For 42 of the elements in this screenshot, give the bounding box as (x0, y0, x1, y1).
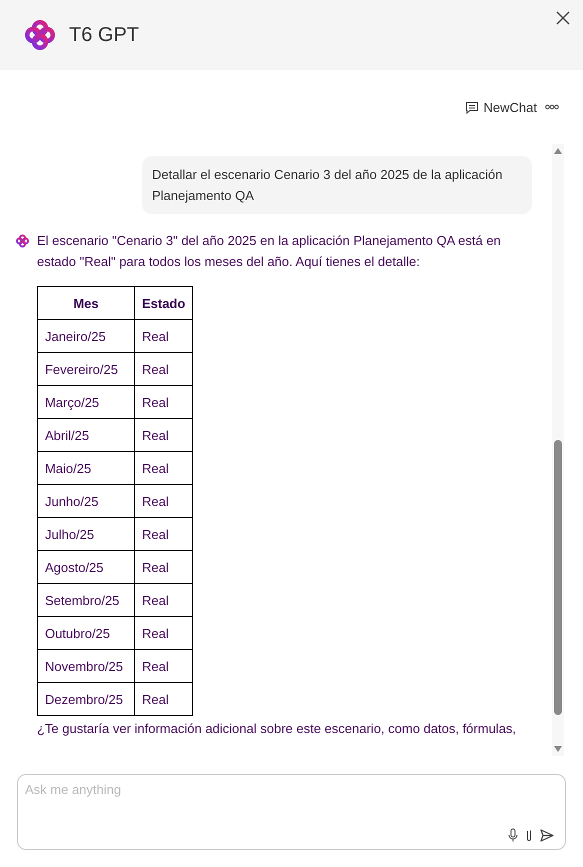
column-header: Estado (134, 286, 193, 320)
table-cell: Real (134, 650, 193, 682)
follow-up-question: ¿Te gustaría ver información adicional sobre este escenario, como datos, fórmulas, (36, 720, 518, 738)
message-input[interactable]: Ask me anything (17, 774, 566, 850)
table-cell: Outubro/25 (37, 616, 134, 650)
close-icon[interactable] (555, 10, 571, 26)
table-cell: Julho/25 (37, 518, 134, 550)
scrollbar-thumb[interactable] (554, 440, 562, 715)
table-cell: Fevereiro/25 (37, 352, 134, 386)
table-cell: Janeiro/25 (37, 320, 134, 352)
table-cell: Março/25 (37, 386, 134, 418)
new-chat-button[interactable]: NewChat (464, 100, 537, 114)
app-title: T6 GPT (69, 24, 140, 46)
table-cell: Real (134, 418, 193, 452)
send-icon[interactable] (540, 828, 554, 842)
table-cell: Real (134, 452, 193, 484)
table-cell: Junho/25 (37, 484, 134, 518)
table-cell: Agosto/25 (37, 550, 134, 584)
more-icon[interactable] (545, 104, 559, 110)
logo-icon (25, 20, 55, 50)
table-cell: Real (134, 484, 193, 518)
table-cell: Dezembro/25 (37, 682, 134, 716)
table-cell: Real (134, 518, 193, 550)
table-cell: Abril/25 (37, 418, 134, 452)
table-cell: Real (134, 550, 193, 584)
table-cell: Real (134, 616, 193, 650)
table-cell: Real (134, 682, 193, 716)
assistant-message: El escenario "Cenario 3" del año 2025 en la aplicación Planejamento QA está en estado "Real" para todos los meses del año. Aquí tienes el detalle: (36, 232, 502, 271)
table-cell: Real (134, 320, 193, 352)
table-cell: Setembro/25 (37, 584, 134, 616)
table-cell: Real (134, 386, 193, 418)
scroll-up-arrow[interactable] (554, 148, 562, 154)
user-message: Detallar el escenario Cenario 3 del año 2025 de la aplicación Planejamento QA (142, 156, 532, 214)
table-cell: Real (134, 584, 193, 616)
microphone-icon[interactable] (508, 828, 518, 842)
paperclip-icon[interactable] (526, 828, 532, 842)
column-header: Mes (37, 286, 134, 320)
table-cell: Novembro/25 (37, 650, 134, 682)
scroll-down-arrow[interactable] (554, 746, 562, 752)
table-cell: Maio/25 (37, 452, 134, 484)
table-cell: Real (134, 352, 193, 386)
chat-icon (464, 100, 479, 114)
